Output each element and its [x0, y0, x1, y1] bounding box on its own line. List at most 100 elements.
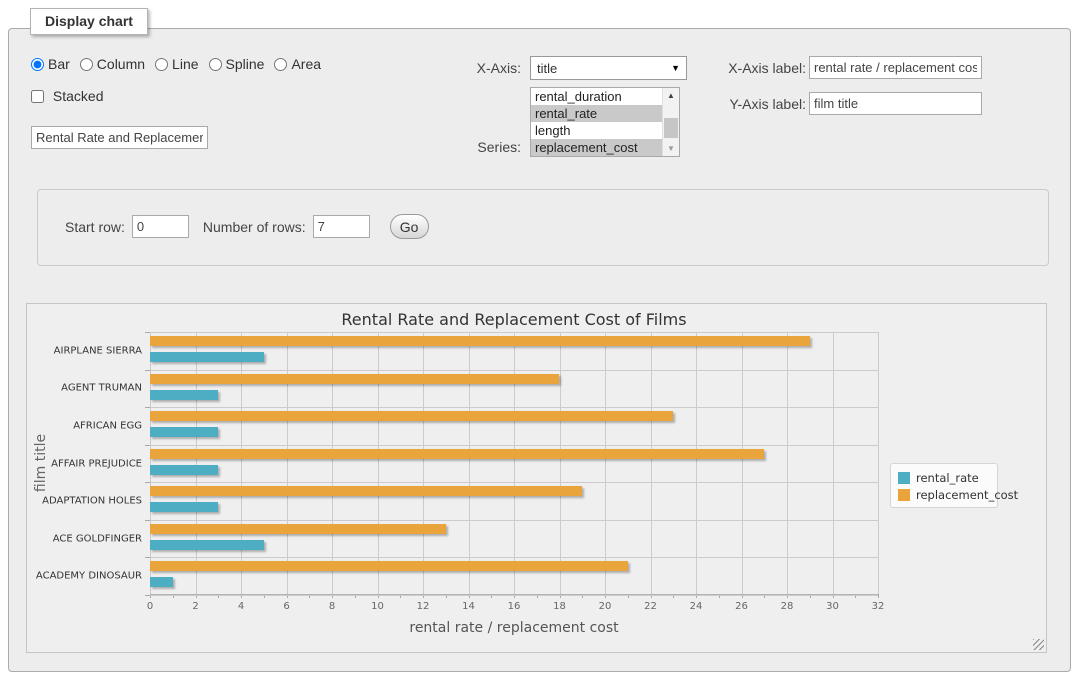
gridline-v — [560, 332, 561, 594]
x-tick-label: 4 — [238, 601, 244, 612]
y-axis-tick — [145, 445, 150, 446]
x-tick-label: 18 — [553, 601, 566, 612]
gridline-v — [150, 332, 151, 594]
x-axis-tick — [878, 594, 879, 598]
x-axis-selected-value: title — [537, 61, 557, 76]
chart-type-radio-input-line[interactable] — [155, 58, 168, 71]
gridline-h — [150, 332, 878, 333]
x-tick-label: 12 — [417, 601, 430, 612]
chart-type-radio-input-column[interactable] — [80, 58, 93, 71]
x-tick-label: 24 — [690, 601, 703, 612]
chart-container: Rental Rate and Replacement Cost of Film… — [26, 303, 1047, 653]
chart-legend: rental_ratereplacement_cost — [890, 463, 998, 508]
start-row-label: Start row: — [65, 219, 125, 235]
legend-swatch-icon — [898, 489, 910, 501]
gridline-h — [150, 520, 878, 521]
gridline-v — [196, 332, 197, 594]
gridline-v — [696, 332, 697, 594]
bar-rental_rate — [150, 540, 264, 550]
stacked-label: Stacked — [53, 88, 104, 104]
row-controls-box: Start row: Number of rows: Go — [37, 189, 1049, 266]
gridline-v — [651, 332, 652, 594]
gridline-v — [605, 332, 606, 594]
x-tick-label: 22 — [644, 601, 657, 612]
scrollbar-thumb[interactable] — [664, 118, 678, 138]
y-axis-tick — [145, 482, 150, 483]
series-option-rental_rate[interactable]: rental_rate — [531, 105, 679, 122]
stacked-checkbox[interactable] — [31, 90, 44, 103]
chart-title-input[interactable] — [31, 126, 208, 149]
series-select-label: Series: — [461, 139, 521, 155]
chart-type-radio-group: Bar Column Line Spline Area — [31, 56, 331, 72]
bar-replacement_cost — [150, 524, 446, 534]
x-axis-select-label: X-Axis: — [461, 60, 521, 76]
bar-replacement_cost — [150, 411, 673, 421]
series-option-replacement_cost[interactable]: replacement_cost — [531, 139, 679, 156]
bar-replacement_cost — [150, 486, 582, 496]
x-tick-label: 2 — [192, 601, 198, 612]
category-label: AFFAIR PREJUDICE — [27, 458, 142, 469]
series-option-length[interactable]: length — [531, 122, 679, 139]
chart-title: Rental Rate and Replacement Cost of Film… — [150, 310, 878, 329]
gridline-v — [332, 332, 333, 594]
chart-type-radio-area[interactable]: Area — [274, 56, 321, 72]
category-label: AIRPLANE SIERRA — [27, 345, 142, 356]
x-tick-label: 30 — [826, 601, 839, 612]
y-axis-tick — [145, 407, 150, 408]
gridline-h — [150, 407, 878, 408]
chevron-down-icon: ▼ — [671, 63, 680, 73]
bar-rental_rate — [150, 577, 173, 587]
gridline-v — [878, 332, 879, 594]
series-option-rental_duration[interactable]: rental_duration — [531, 88, 679, 105]
gridline-v — [287, 332, 288, 594]
series-listbox[interactable]: rental_durationrental_ratelengthreplacem… — [530, 87, 680, 157]
x-axis-label-label: X-Axis label: — [721, 60, 806, 76]
scroll-up-icon[interactable]: ▲ — [663, 88, 679, 103]
x-tick-label: 16 — [508, 601, 521, 612]
bar-rental_rate — [150, 502, 218, 512]
bar-rental_rate — [150, 352, 264, 362]
scroll-down-icon[interactable]: ▼ — [663, 141, 679, 156]
gridline-v — [833, 332, 834, 594]
y-axis-tick — [145, 332, 150, 333]
gridline-v — [378, 332, 379, 594]
chart-type-radio-line[interactable]: Line — [155, 56, 198, 72]
legend-item-rental_rate[interactable]: rental_rate — [898, 469, 990, 486]
display-chart-panel: BarColumnLineSplineArea Stacked X-Axis: … — [8, 28, 1071, 672]
chart-type-radio-input-bar[interactable] — [31, 58, 44, 71]
legend-item-replacement_cost[interactable]: replacement_cost — [898, 486, 990, 503]
y-axis-tick — [145, 595, 150, 596]
x-tick-label: 0 — [147, 601, 153, 612]
category-label: ACE GOLDFINGER — [27, 533, 142, 544]
x-tick-label: 26 — [735, 601, 748, 612]
gridline-v — [514, 332, 515, 594]
stacked-checkbox-row[interactable]: Stacked — [31, 88, 103, 104]
resize-handle-icon[interactable] — [1033, 639, 1044, 650]
y-axis-label-label: Y-Axis label: — [721, 96, 806, 112]
chart-type-radio-column[interactable]: Column — [80, 56, 145, 72]
x-tick-label: 20 — [599, 601, 612, 612]
chart-type-radio-input-spline[interactable] — [209, 58, 222, 71]
x-axis-select[interactable]: title ▼ — [530, 56, 687, 80]
num-rows-input[interactable] — [313, 215, 370, 238]
gridline-v — [787, 332, 788, 594]
y-axis-label-input[interactable] — [809, 92, 982, 115]
gridline-h — [150, 370, 878, 371]
num-rows-label: Number of rows: — [203, 219, 306, 235]
category-label: ADAPTATION HOLES — [27, 496, 142, 507]
legend-swatch-icon — [898, 472, 910, 484]
start-row-input[interactable] — [132, 215, 189, 238]
chart-type-radio-input-area[interactable] — [274, 58, 287, 71]
chart-type-radio-spline[interactable]: Spline — [209, 56, 265, 72]
y-axis-tick — [145, 557, 150, 558]
series-scrollbar[interactable]: ▲ ▼ — [662, 88, 679, 156]
x-axis-label-input[interactable] — [809, 56, 982, 79]
gridline-v — [469, 332, 470, 594]
go-button[interactable]: Go — [390, 214, 429, 239]
gridline-v — [742, 332, 743, 594]
x-tick-label: 14 — [462, 601, 475, 612]
y-axis-tick — [145, 520, 150, 521]
bar-replacement_cost — [150, 561, 628, 571]
chart-type-radio-bar[interactable]: Bar — [31, 56, 70, 72]
x-axis-title: rental rate / replacement cost — [150, 620, 878, 636]
